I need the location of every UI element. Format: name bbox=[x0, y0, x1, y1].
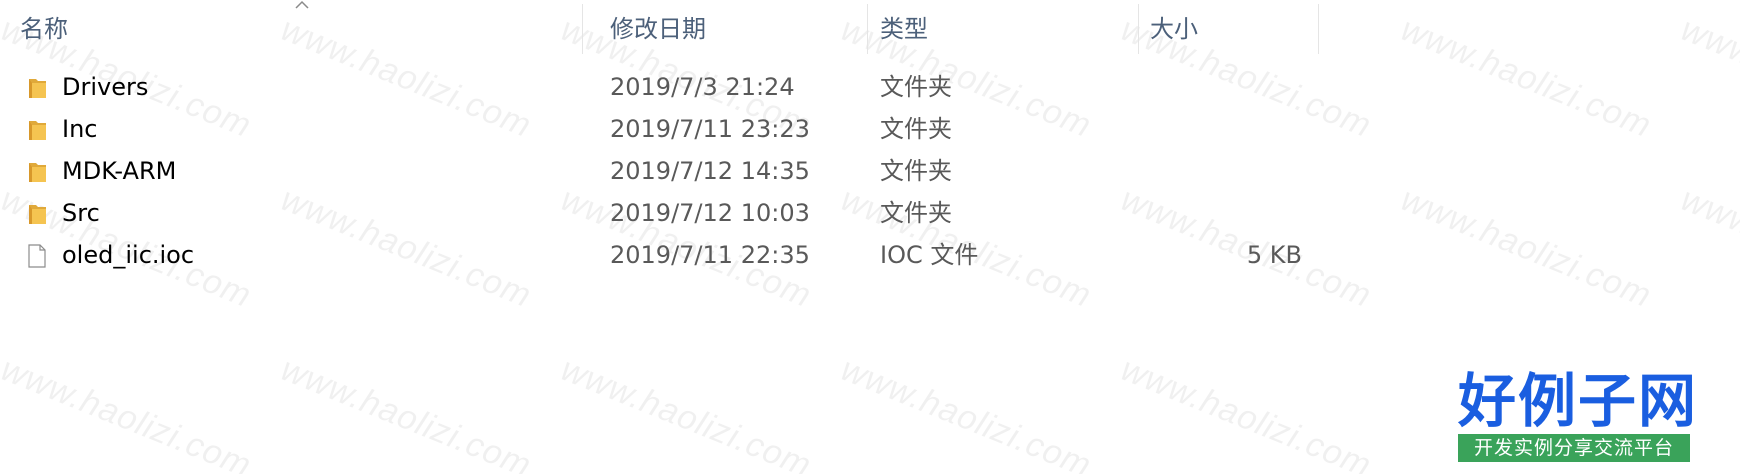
file-row[interactable]: Inc 2019/7/11 23:23 文件夹 bbox=[0, 108, 1320, 150]
column-header-type[interactable]: 类型 bbox=[880, 12, 928, 46]
folder-icon bbox=[29, 163, 46, 182]
file-icon bbox=[28, 244, 46, 268]
column-divider[interactable] bbox=[1138, 4, 1139, 54]
file-row[interactable]: Src 2019/7/12 10:03 文件夹 bbox=[0, 192, 1320, 234]
column-divider[interactable] bbox=[867, 4, 868, 54]
folder-icon bbox=[29, 79, 46, 98]
file-name: oled_iic.ioc bbox=[62, 241, 195, 269]
watermark-text: www.haolizi.com bbox=[555, 350, 817, 474]
watermark-text: www.haolizi.com bbox=[1115, 350, 1377, 474]
file-row[interactable]: MDK-ARM 2019/7/12 14:35 文件夹 bbox=[0, 150, 1320, 192]
logo-subtitle: 开发实例分享交流平台 bbox=[1458, 434, 1690, 462]
file-type: 文件夹 bbox=[880, 115, 952, 143]
file-list: Drivers 2019/7/3 21:24 文件夹 Inc 2019/7/11… bbox=[0, 66, 1740, 276]
column-header-name[interactable]: 名称 bbox=[20, 12, 68, 46]
file-type: 文件夹 bbox=[880, 157, 952, 185]
file-type: 文件夹 bbox=[880, 73, 952, 101]
file-name: Src bbox=[62, 199, 100, 227]
file-type: 文件夹 bbox=[880, 199, 952, 227]
column-header-size[interactable]: 大小 bbox=[1150, 12, 1198, 46]
column-divider[interactable] bbox=[1318, 4, 1319, 54]
column-divider[interactable] bbox=[582, 4, 583, 54]
folder-icon bbox=[29, 205, 46, 224]
column-header-bar: 名称 修改日期 类型 大小 bbox=[0, 0, 1740, 58]
file-size: 5 KB bbox=[1246, 241, 1302, 269]
file-modified-date: 2019/7/12 10:03 bbox=[610, 199, 810, 227]
file-modified-date: 2019/7/12 14:35 bbox=[610, 157, 810, 185]
file-modified-date: 2019/7/11 23:23 bbox=[610, 115, 810, 143]
file-name: Inc bbox=[62, 115, 98, 143]
folder-icon bbox=[29, 121, 46, 140]
watermark-text: www.haolizi.com bbox=[0, 350, 257, 474]
column-header-date[interactable]: 修改日期 bbox=[610, 12, 706, 46]
site-logo: 好例子网 开发实例分享交流平台 bbox=[1458, 367, 1699, 462]
file-modified-date: 2019/7/3 21:24 bbox=[610, 73, 795, 101]
file-name: Drivers bbox=[62, 73, 149, 101]
watermark-text: www.haolizi.com bbox=[835, 350, 1097, 474]
file-row[interactable]: oled_iic.ioc 2019/7/11 22:35 IOC 文件 5 KB bbox=[0, 234, 1320, 276]
file-name: MDK-ARM bbox=[62, 157, 177, 185]
watermark-text: www.haolizi.com bbox=[275, 350, 537, 474]
file-modified-date: 2019/7/11 22:35 bbox=[610, 241, 810, 269]
logo-title: 好例子网 bbox=[1458, 367, 1699, 435]
sort-ascending-icon bbox=[295, 0, 309, 9]
file-type: IOC 文件 bbox=[880, 241, 979, 269]
file-row[interactable]: Drivers 2019/7/3 21:24 文件夹 bbox=[0, 66, 1320, 108]
